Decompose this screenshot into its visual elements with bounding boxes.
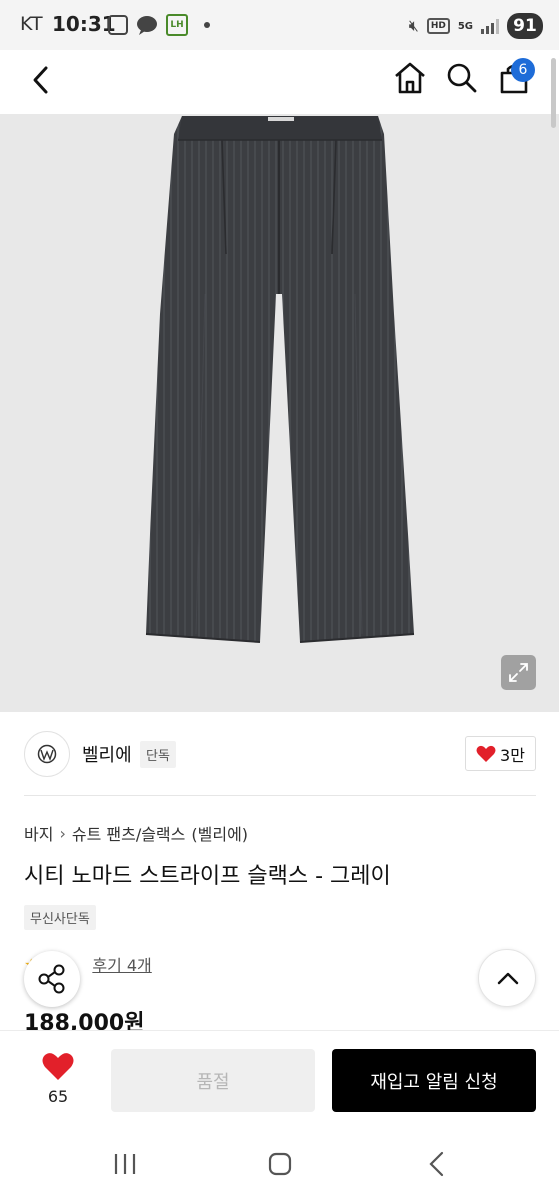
exclusive-tag: 단독 bbox=[140, 741, 176, 768]
status-bar: KT 10:31 LH 🔇︎ HD 5G 91 bbox=[0, 0, 559, 50]
scroll-top-button[interactable] bbox=[478, 949, 536, 1007]
mute-icon: 🔇︎ bbox=[408, 16, 419, 35]
battery-level: 91 bbox=[507, 13, 543, 39]
breadcrumb: 바지 › 슈트 팬츠/슬랙스 (벨리에) bbox=[24, 821, 248, 845]
hd-voice-icon: HD bbox=[426, 18, 450, 34]
product-title: 시티 노마드 스트라이프 슬랙스 - 그레이 bbox=[24, 864, 391, 889]
heart-icon bbox=[476, 745, 496, 762]
review-link[interactable]: 후기 4개 bbox=[92, 952, 151, 976]
app-header bbox=[0, 50, 559, 114]
wishlist-count: 65 bbox=[47, 1087, 69, 1106]
page-scrollbar[interactable] bbox=[551, 58, 556, 128]
system-icons: 🔇︎ HD 5G 91 bbox=[409, 13, 543, 39]
screenshot-icon bbox=[108, 15, 128, 35]
brand-emblem-icon bbox=[37, 744, 57, 764]
share-icon bbox=[38, 964, 65, 994]
notification-icons: LH bbox=[108, 14, 210, 36]
chevron-right-icon: › bbox=[59, 823, 66, 843]
expand-icon[interactable] bbox=[501, 655, 536, 690]
more-notifications-dot bbox=[204, 22, 210, 28]
brand-like-count: 3만 bbox=[500, 745, 525, 765]
back-nav-icon[interactable] bbox=[424, 1150, 450, 1178]
breadcrumb-subcategory[interactable]: 슈트 팬츠/슬랙스 bbox=[72, 821, 186, 845]
divider bbox=[24, 795, 536, 796]
cart-count-badge: 6 bbox=[511, 58, 535, 82]
clock: 10:31 bbox=[52, 12, 116, 36]
brand-like-button[interactable]: 3만 bbox=[465, 736, 536, 771]
product-image[interactable] bbox=[0, 114, 559, 712]
network-type: 5G bbox=[457, 20, 473, 32]
share-button[interactable] bbox=[24, 951, 80, 1007]
home-nav-icon[interactable] bbox=[267, 1152, 293, 1176]
back-icon[interactable] bbox=[24, 62, 60, 98]
lh-app-icon: LH bbox=[166, 14, 188, 36]
brand-logo[interactable] bbox=[24, 731, 70, 777]
home-icon[interactable] bbox=[392, 60, 428, 96]
recent-apps-icon[interactable] bbox=[112, 1152, 138, 1176]
breadcrumb-category[interactable]: 바지 bbox=[24, 821, 53, 845]
pants-illustration bbox=[145, 116, 415, 643]
brand-name[interactable]: 벨리에 bbox=[82, 741, 132, 767]
breadcrumb-brand[interactable]: (벨리에) bbox=[191, 821, 248, 845]
restock-alert-button[interactable]: 재입고 알림 신청 bbox=[332, 1049, 536, 1112]
search-icon[interactable] bbox=[444, 60, 480, 96]
chevron-up-icon bbox=[497, 972, 519, 985]
store-exclusive-tag: 무신사단독 bbox=[24, 905, 96, 930]
signal-icon bbox=[481, 18, 499, 34]
soldout-button[interactable]: 품절 bbox=[111, 1049, 315, 1112]
wishlist-heart-icon[interactable] bbox=[42, 1051, 74, 1081]
chat-icon bbox=[137, 16, 157, 35]
carrier-label: KT bbox=[20, 13, 43, 35]
